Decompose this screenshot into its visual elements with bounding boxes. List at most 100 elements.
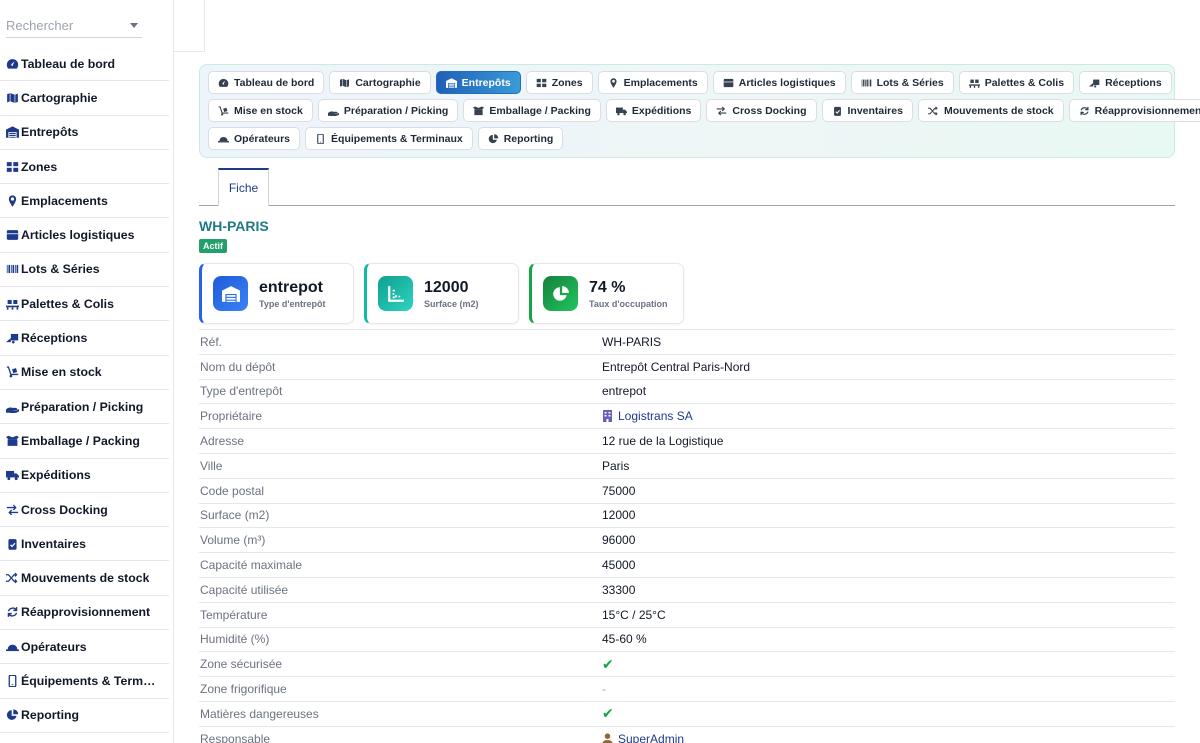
search-select[interactable]: Rechercher (6, 14, 142, 38)
sidebar-item-4[interactable]: Emplacements (0, 184, 169, 219)
responsible-link[interactable]: SuperAdmin (618, 732, 684, 743)
top-panel-toggle[interactable] (174, 0, 205, 52)
field-row: Zone sécurisée ✔ (199, 652, 1175, 678)
truck-ramp-icon (5, 332, 19, 344)
nav-button-2-0[interactable]: Opérateurs (208, 127, 301, 150)
nav-button-1-6[interactable]: Mouvements de stock (917, 99, 1064, 122)
boxes-icon (723, 78, 734, 88)
field-label: Zone sécurisée (200, 657, 283, 672)
field-value: 12 rue de la Logistique (602, 434, 723, 448)
sidebar-item-label: Emplacements (21, 193, 108, 208)
sidebar-menu: Tableau de bord Cartographie Entrepôts Zone… (0, 47, 169, 733)
kpi-cards: entrepot Type d'entrepôt 12000 Surface (m2)… (199, 263, 684, 324)
field-label: Responsable (200, 731, 271, 743)
sidebar-item-8[interactable]: Réceptions (0, 321, 169, 356)
nav-button-label: Préparation / Picking (343, 104, 449, 117)
sidebar-item-9[interactable]: Mise en stock (0, 356, 169, 390)
nav-button-label: Inventaires (847, 104, 903, 117)
nav-button-0-1[interactable]: Cartographie (329, 71, 431, 94)
sidebar-item-10[interactable]: Préparation / Picking (0, 390, 169, 425)
hard-hat-icon (5, 641, 19, 653)
module-nav-row: Mise en stock Préparation / Picking Emball… (208, 99, 1200, 122)
nav-button-label: Expéditions (631, 104, 692, 117)
nav-button-1-0[interactable]: Mise en stock (208, 99, 313, 122)
sidebar-item-18[interactable]: Équipements & Term… (0, 664, 169, 699)
field-label: Type d'entrepôt (200, 384, 283, 399)
nav-button-0-4[interactable]: Emplacements (597, 71, 708, 94)
field-value: 45000 (602, 558, 635, 572)
sidebar-item-7[interactable]: Palettes & Colis (0, 287, 169, 322)
field-row: Capacité maximale 45000 (199, 553, 1175, 578)
nav-button-2-1[interactable]: Équipements & Terminaux (305, 127, 473, 150)
sidebar-item-12[interactable]: Expéditions (0, 459, 169, 493)
field-value: ✔ (602, 656, 614, 673)
sidebar-item-5[interactable]: Articles logistiques (0, 218, 169, 253)
tab-fiche[interactable]: Fiche (218, 168, 269, 206)
nav-button-2-2[interactable]: Reporting (477, 127, 564, 150)
chevron-down-icon[interactable] (130, 23, 138, 28)
kpi-value: entrepot (259, 278, 323, 296)
field-label: Zone frigorifique (200, 682, 287, 697)
field-row: Adresse 12 rue de la Logistique (199, 429, 1175, 454)
tab-bar: Fiche (199, 168, 1175, 206)
nav-button-0-8[interactable]: Réceptions (1079, 71, 1172, 94)
kpi-card: entrepot Type d'entrepôt (199, 263, 354, 324)
nav-button-0-6[interactable]: Lots & Séries (850, 71, 954, 94)
kpi-label: Taux d'occupation (589, 298, 668, 309)
field-label: Ville (200, 458, 223, 473)
sidebar-item-11[interactable]: Emballage / Packing (0, 424, 169, 459)
nav-button-1-1[interactable]: Préparation / Picking (317, 99, 459, 122)
box-open-icon (473, 106, 485, 116)
check-icon: ✔ (602, 655, 614, 672)
pallet-icon (5, 298, 19, 310)
nav-button-label: Reporting (503, 132, 554, 145)
sidebar-item-6[interactable]: Lots & Séries (0, 253, 169, 288)
arrows-icon (716, 105, 727, 116)
sidebar-item-13[interactable]: Cross Docking (0, 493, 169, 528)
dolly-icon (218, 105, 229, 116)
nav-button-1-4[interactable]: Cross Docking (706, 99, 817, 122)
rotate-icon (5, 606, 19, 618)
nav-button-0-7[interactable]: Palettes & Colis (958, 71, 1075, 94)
ruler-icon (378, 276, 413, 311)
sidebar-item-14[interactable]: Inventaires (0, 527, 169, 562)
kpi-value: 74 % (589, 278, 626, 296)
field-label: Humidité (%) (200, 632, 270, 647)
field-label: Capacité maximale (200, 558, 303, 573)
module-nav: Tableau de bord Cartographie Entrepôts Zone… (199, 64, 1200, 158)
sidebar-item-2[interactable]: Entrepôts (0, 116, 169, 150)
sidebar-item-3[interactable]: Zones (0, 150, 169, 185)
warehouse-icon (445, 77, 457, 88)
sidebar-item-16[interactable]: Réapprovisionnement (0, 596, 169, 631)
field-value-text: entrepot (602, 384, 647, 399)
sidebar-item-1[interactable]: Cartographie (0, 81, 169, 116)
sidebar-item-19[interactable]: Reporting (0, 699, 169, 733)
nav-button-label: Articles logistiques (738, 76, 836, 89)
nav-button-1-7[interactable]: Réapprovisionnement (1068, 99, 1200, 122)
sidebar-item-0[interactable]: Tableau de bord (0, 47, 169, 82)
field-value: ✔ (602, 705, 614, 722)
field-value-text: 12000 (602, 508, 636, 523)
warehouse-icon (213, 276, 248, 311)
nav-button-1-2[interactable]: Emballage / Packing (463, 99, 601, 122)
sidebar-item-15[interactable]: Mouvements de stock (0, 561, 169, 596)
pie-chart-icon (488, 133, 499, 144)
nav-button-0-2[interactable]: Entrepôts (435, 71, 521, 94)
nav-button-0-3[interactable]: Zones (525, 71, 593, 94)
check-icon: ✔ (602, 705, 614, 722)
nav-button-1-5[interactable]: Inventaires (821, 99, 913, 122)
module-nav-row: Opérateurs Équipements & Terminaux Reporti… (208, 127, 1166, 150)
owner-link[interactable]: Logistrans SA (618, 409, 693, 423)
field-value-text: 96000 (602, 533, 636, 548)
field-value: 12000 (602, 508, 635, 522)
nav-button-0-0[interactable]: Tableau de bord (208, 71, 325, 94)
arrows-icon (5, 504, 19, 516)
nav-button-0-5[interactable]: Articles logistiques (712, 71, 846, 94)
nav-button-label: Cartographie (355, 76, 421, 89)
sidebar-item-label: Articles logistiques (21, 228, 135, 243)
field-row: Responsable SuperAdmin (199, 727, 1175, 743)
sidebar-item-17[interactable]: Opérateurs (0, 630, 169, 665)
pie-chart-icon (5, 709, 19, 721)
field-label: Température (200, 607, 268, 622)
nav-button-1-3[interactable]: Expéditions (605, 99, 702, 122)
